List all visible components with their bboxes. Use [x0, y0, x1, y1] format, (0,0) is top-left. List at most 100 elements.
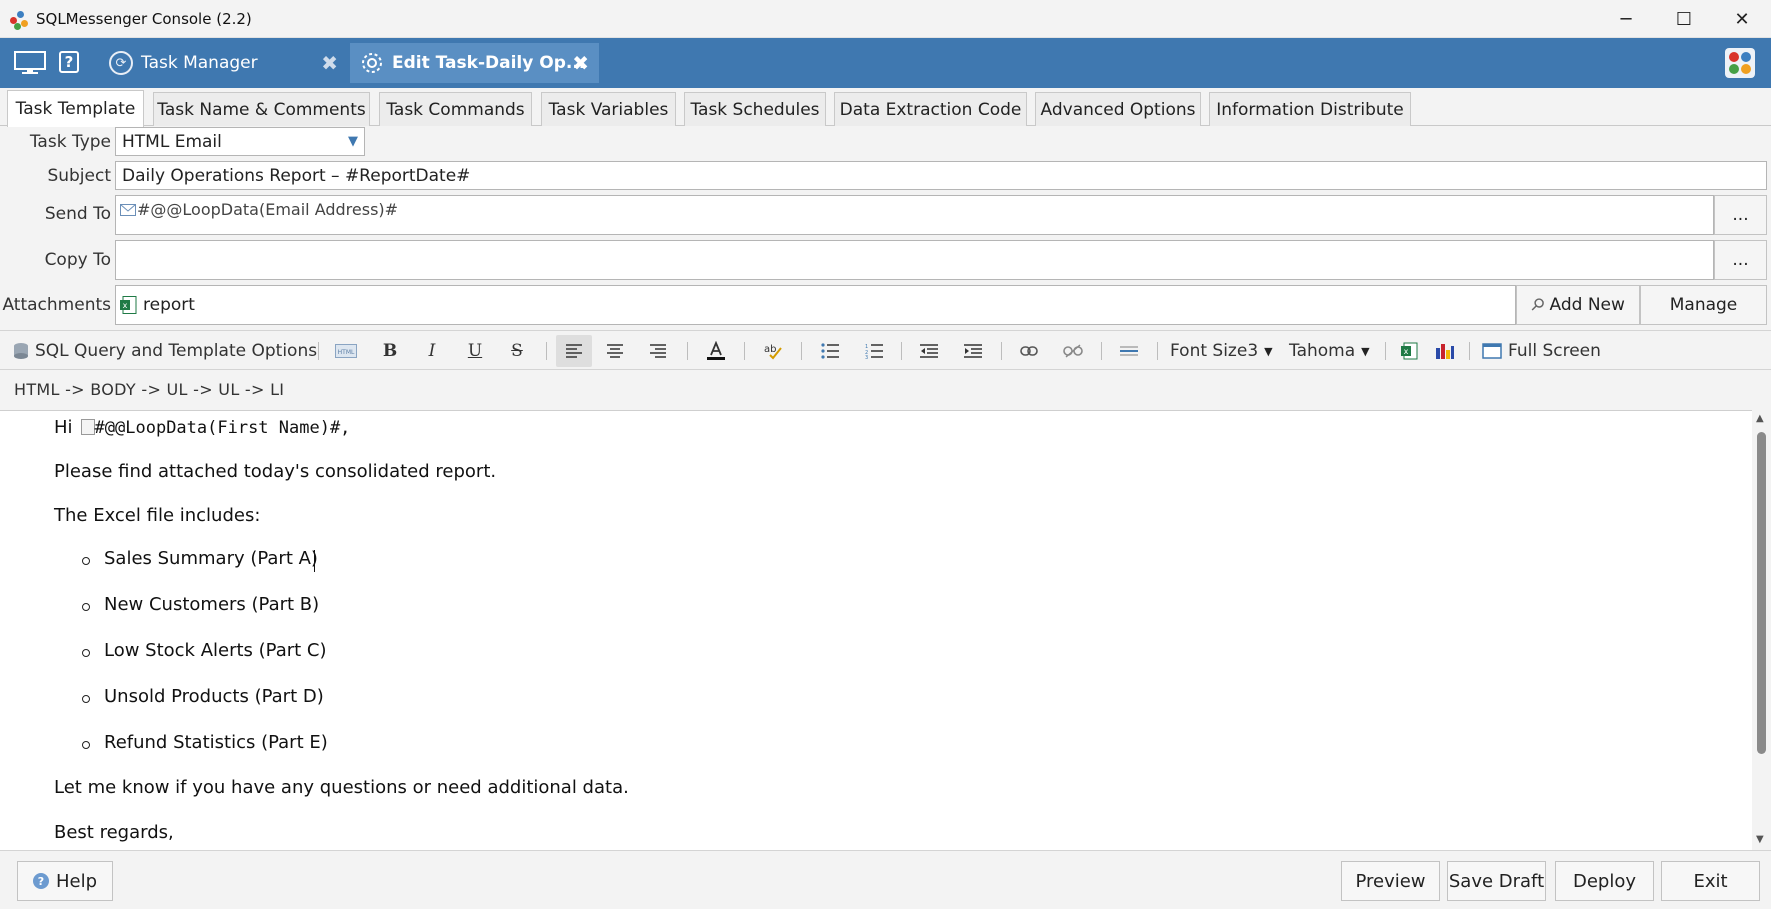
align-left-button[interactable] [556, 335, 592, 367]
help-button[interactable]: ? Help [17, 861, 113, 901]
numbered-list-icon: 123 [865, 344, 883, 359]
tab-task-commands[interactable]: Task Commands [379, 92, 532, 126]
save-draft-button[interactable]: Save Draft [1447, 861, 1546, 901]
send-to-input[interactable]: #@@LoopData(Email Address)# [115, 195, 1714, 235]
add-new-label: Add New [1549, 295, 1625, 315]
subject-value: Daily Operations Report – #ReportDate# [122, 165, 471, 186]
scroll-down-icon[interactable]: ▼ [1756, 834, 1764, 845]
element-path-breadcrumb: HTML -> BODY -> UL -> UL -> LI [14, 380, 285, 399]
attachments-label: Attachments [2, 295, 111, 315]
close-tab-icon[interactable]: ✖ [321, 51, 338, 75]
strikethrough-button[interactable]: S [503, 335, 531, 367]
outdent-button[interactable] [914, 335, 944, 367]
editor-scrollbar[interactable]: ▲ ▼ [1752, 410, 1771, 850]
tab-data-extraction-code[interactable]: Data Extraction Code [834, 92, 1027, 126]
preview-button[interactable]: Preview [1341, 861, 1440, 901]
list-item: Unsold Products (Part D) [104, 686, 324, 707]
maximize-button[interactable]: ☐ [1655, 0, 1713, 38]
attachments-list[interactable]: x report [115, 285, 1516, 325]
editor-toolbar: SQL Query and Template Options HTML B I … [0, 330, 1771, 370]
exit-button[interactable]: Exit [1661, 861, 1760, 901]
bold-button[interactable]: B [376, 335, 404, 367]
copy-to-browse-button[interactable]: ... [1714, 240, 1767, 280]
tab-task-name-comments[interactable]: Task Name & Comments [153, 92, 370, 126]
copy-to-label: Copy To [44, 250, 111, 270]
list-item: Refund Statistics (Part E) [104, 732, 328, 753]
caret-down-icon: ▼ [1361, 344, 1370, 358]
excel-file-icon: x [120, 296, 137, 314]
font-size-dropdown[interactable]: Font Size3 ▼ [1170, 335, 1273, 367]
font-name-label: Tahoma [1289, 341, 1356, 361]
align-center-button[interactable] [600, 335, 630, 367]
spell-check-button[interactable]: ab [758, 335, 788, 367]
horizontal-rule-button[interactable] [1114, 335, 1144, 367]
add-new-attachment-button[interactable]: ⚲ Add New [1516, 285, 1640, 325]
task-type-label: Task Type [29, 132, 111, 152]
list-item: Sales Summary (Part A) [104, 548, 318, 569]
chart-insert-button[interactable] [1432, 335, 1458, 367]
horizontal-rule-icon [1120, 346, 1138, 356]
chart-icon [1436, 344, 1454, 359]
insert-link-button[interactable] [1014, 335, 1044, 367]
send-to-browse-button[interactable]: ... [1714, 195, 1767, 235]
subject-input[interactable]: Daily Operations Report – #ReportDate# [115, 161, 1767, 190]
manage-attachments-button[interactable]: Manage [1640, 285, 1767, 325]
align-right-button[interactable] [643, 335, 673, 367]
task-type-value: HTML Email [122, 131, 222, 152]
body-line-1: Please find attached today's consolidate… [54, 461, 497, 482]
scroll-up-icon[interactable]: ▲ [1756, 413, 1764, 424]
font-color-button[interactable] [701, 335, 731, 367]
tab-task-manager[interactable]: ⟳ Task Manager ✖ [100, 43, 348, 83]
caret-down-icon: ▼ [1264, 344, 1273, 358]
deploy-button[interactable]: Deploy [1555, 861, 1654, 901]
list-bullet-icon [82, 557, 90, 565]
remove-link-button[interactable] [1058, 335, 1088, 367]
link-icon [1020, 346, 1038, 356]
database-icon [14, 343, 28, 359]
align-right-icon [650, 344, 666, 358]
text-cursor [314, 550, 315, 572]
excel-insert-button[interactable]: x [1396, 335, 1422, 367]
spell-check-icon: ab [764, 344, 782, 360]
tab-edit-task[interactable]: Edit Task-Daily Op... ✖ [350, 43, 599, 83]
monitor-icon[interactable] [14, 51, 46, 75]
attachment-report-item[interactable]: report [143, 295, 195, 315]
chevron-down-icon: ▼ [348, 134, 358, 149]
unlink-icon [1063, 344, 1083, 358]
tab-task-variables[interactable]: Task Variables [541, 92, 676, 126]
tab-advanced-options[interactable]: Advanced Options [1035, 92, 1201, 126]
window-title: SQLMessenger Console (2.2) [36, 9, 252, 28]
close-window-button[interactable]: ✕ [1713, 0, 1771, 38]
underline-button[interactable]: U [461, 335, 489, 367]
bullet-list-button[interactable] [815, 335, 845, 367]
tab-task-template[interactable]: Task Template [7, 90, 144, 127]
body-line-3: Let me know if you have any questions or… [54, 777, 629, 798]
full-screen-label: Full Screen [1508, 341, 1601, 361]
numbered-list-button[interactable]: 123 [859, 335, 889, 367]
tab-information-distribute[interactable]: Information Distribute [1209, 92, 1411, 126]
minimize-button[interactable]: ─ [1597, 0, 1655, 38]
html-editor-area[interactable]: Hi #@@LoopData(First Name)#, Please find … [0, 410, 1752, 850]
indent-icon [964, 344, 982, 358]
scrollbar-thumb[interactable] [1757, 432, 1766, 754]
help-icon[interactable]: ? [59, 51, 79, 73]
sql-query-template-options-button[interactable]: SQL Query and Template Options [12, 335, 317, 367]
italic-button[interactable]: I [418, 335, 446, 367]
font-name-dropdown[interactable]: Tahoma ▼ [1289, 335, 1370, 367]
tab-task-schedules[interactable]: Task Schedules [684, 92, 826, 126]
first-name-variable: #@@LoopData(First Name)#, [94, 418, 351, 438]
app-logo-icon [10, 9, 30, 30]
html-source-icon[interactable]: HTML [333, 335, 359, 367]
gear-icon [362, 53, 382, 73]
align-center-icon [607, 344, 623, 358]
task-type-select[interactable]: HTML Email ▼ [115, 127, 365, 156]
close-tab-icon[interactable]: ✖ [572, 51, 589, 75]
list-item: New Customers (Part B) [104, 594, 320, 615]
full-screen-button[interactable]: Full Screen [1482, 335, 1601, 367]
svg-text:x: x [123, 301, 128, 310]
indent-button[interactable] [958, 335, 988, 367]
email-icon [120, 204, 136, 216]
tab-edit-task-label: Edit Task-Daily Op... [392, 53, 586, 73]
send-to-value: #@@LoopData(Email Address)# [137, 200, 399, 219]
copy-to-input[interactable] [115, 240, 1714, 280]
